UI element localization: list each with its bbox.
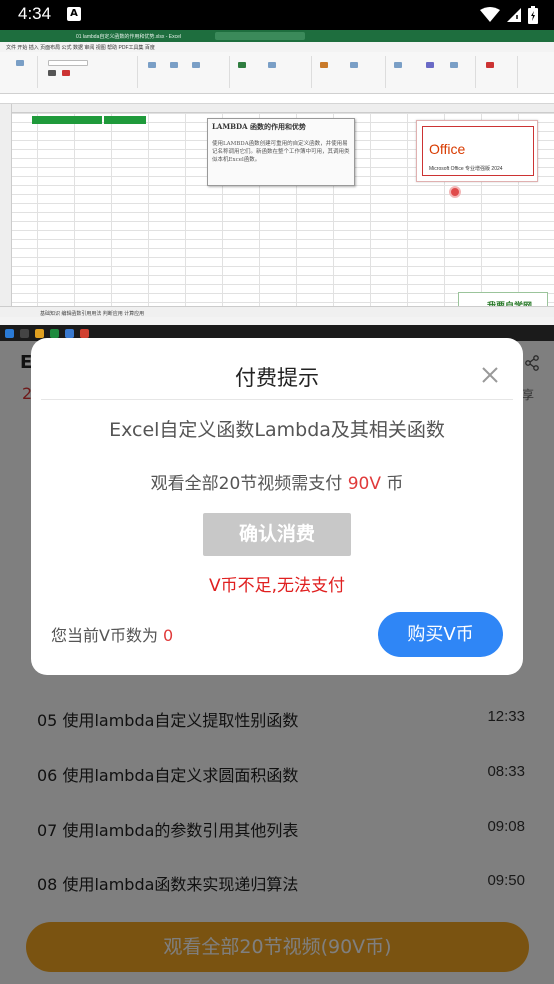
office-product-card: Office Microsoft Office 专业增强版 2024 [416, 120, 538, 182]
ribbon-group [232, 56, 312, 88]
windows-start-icon [5, 329, 14, 338]
price-amount: 90V [347, 474, 381, 494]
buy-coins-button[interactable]: 购买V币 [378, 612, 503, 657]
cursor-highlight [449, 186, 461, 198]
taskbar-app-icon [50, 329, 59, 338]
status-bar: 4:34 A [0, 0, 554, 30]
ribbon-group [140, 56, 230, 88]
office-card-frame: Office Microsoft Office 专业增强版 2024 [422, 126, 534, 176]
ribbon-group [314, 56, 386, 88]
ribbon-group [388, 56, 476, 88]
ribbon-group [6, 56, 38, 88]
balance-label: 您当前V币数为 [51, 626, 164, 645]
dialog-divider [41, 399, 513, 400]
excel-menu-bar: 文件 开始 插入 页面布局 公式 数据 审阅 视图 帮助 PDF工具集 百度 [0, 42, 554, 52]
price-suffix: 币 [380, 474, 404, 494]
excel-menu-text: 文件 开始 插入 页面布局 公式 数据 审阅 视图 帮助 PDF工具集 百度 [6, 45, 155, 51]
notification-a-icon: A [67, 7, 81, 21]
excel-sheet-tabs: 基础知识 编辑函数引用用法 判断应用 计算应用 [0, 306, 554, 317]
taskbar-app-icon [35, 329, 44, 338]
note-title: LAMBDA 函数的作用和优势 [212, 122, 306, 131]
dialog-course-name: Excel自定义函数Lambda及其相关函数 [109, 419, 445, 441]
excel-ribbon [0, 52, 554, 94]
office-edition: Microsoft Office 专业增强版 2024 [429, 166, 503, 172]
note-body: 使用LAMBDA函数创建可重用的自定义函数，并使用易记名称调用它们。新函数在整个… [212, 141, 350, 163]
confirm-purchase-button[interactable]: 确认消费 [203, 513, 351, 556]
video-player[interactable]: 01 lambda自定义函数的作用和优势.xlsx - Excel 文件 开始 … [0, 30, 554, 341]
excel-note-box: LAMBDA 函数的作用和优势 使用LAMBDA函数创建可重用的自定义函数，并使… [207, 118, 355, 186]
green-header-cell [32, 116, 102, 124]
balance-line: 您当前V币数为 0 [51, 622, 173, 646]
taskbar-app-icon [20, 329, 29, 338]
dialog-price-line: 观看全部20节视频需支付 90V 币 [31, 469, 523, 494]
office-brand: Office [429, 141, 466, 157]
payment-dialog: 付费提示 Excel自定义函数Lambda及其相关函数 观看全部20节视频需支付… [31, 338, 523, 675]
insufficient-balance-message: V币不足,无法支付 [208, 576, 346, 596]
taskbar-app-icon [65, 329, 74, 338]
excel-status-bar [0, 317, 554, 325]
taskbar-app-icon [80, 329, 89, 338]
status-icons [480, 6, 538, 24]
excel-column-header [0, 104, 554, 113]
signal-icon [507, 8, 521, 22]
close-icon[interactable] [479, 364, 501, 386]
excel-window-title: 01 lambda自定义函数的作用和优势.xlsx - Excel [76, 34, 182, 40]
battery-icon [528, 6, 538, 24]
wifi-icon [480, 7, 500, 22]
price-prefix: 观看全部20节视频需支付 [150, 474, 348, 494]
green-header-cell [104, 116, 146, 124]
excel-row-header [0, 104, 12, 306]
dialog-title: 付费提示 [235, 366, 319, 390]
status-time: 4:34 [18, 4, 52, 23]
balance-value: 0 [163, 626, 174, 645]
excel-formula-bar [0, 94, 554, 104]
excel-search-box [215, 32, 305, 40]
ribbon-group [478, 56, 518, 88]
ribbon-group [40, 56, 138, 88]
